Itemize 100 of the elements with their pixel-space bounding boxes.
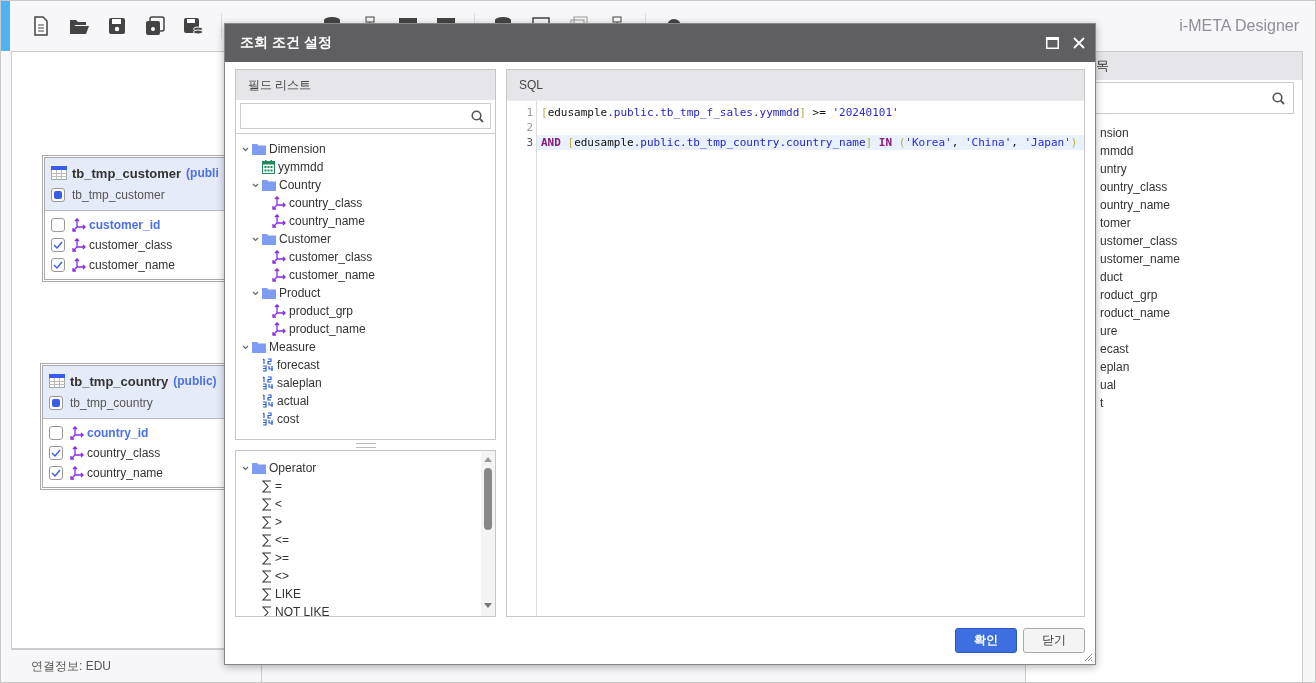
scroll-up-icon[interactable] (484, 457, 492, 462)
chevron-icon[interactable] (242, 146, 249, 152)
tree-item[interactable]: eplan (1100, 358, 1130, 376)
tree-item[interactable]: t (1100, 394, 1104, 412)
tree-item[interactable]: LIKE (275, 587, 301, 601)
column-name: customer_class (89, 238, 173, 252)
tree-item[interactable]: customer_class (289, 250, 373, 264)
checkbox[interactable] (49, 396, 63, 410)
checkbox[interactable] (51, 218, 65, 232)
schema-label: (public) (173, 374, 217, 388)
number-grid-icon (262, 412, 274, 426)
tree-item[interactable]: Measure (269, 340, 316, 354)
line-number: 2 (525, 120, 534, 135)
line-number: 1 (525, 105, 534, 120)
chevron-icon[interactable] (242, 344, 249, 350)
checkbox[interactable] (51, 188, 65, 202)
save-icon[interactable] (107, 16, 127, 36)
checkbox[interactable] (49, 446, 63, 460)
tree-item[interactable]: nsion (1100, 124, 1129, 142)
table-alias: tb_tmp_customer (72, 188, 165, 202)
axis-arrows-icon (70, 446, 84, 460)
tree-item[interactable]: >= (275, 551, 289, 565)
tree-item[interactable]: ual (1100, 376, 1116, 394)
sigma-icon (262, 605, 272, 616)
tree-item[interactable]: ustomer_class (1100, 232, 1178, 250)
tree-item[interactable]: tomer (1100, 214, 1131, 232)
save-database-icon[interactable] (183, 16, 203, 36)
close-button[interactable]: 닫기 (1023, 628, 1085, 653)
tree-item[interactable]: country_class (289, 196, 363, 210)
dialog-title: 조회 조건 설정 (240, 34, 333, 52)
number-grid-icon (262, 394, 274, 408)
tree-item[interactable]: customer_name (289, 268, 376, 282)
splitter-handle[interactable] (355, 442, 376, 448)
tree-item[interactable]: <> (275, 569, 289, 583)
axis-arrows-icon (70, 426, 84, 440)
tree-item[interactable]: = (275, 479, 282, 493)
column-name: customer_id (89, 218, 161, 232)
panel-title: SQL (507, 70, 1084, 100)
resize-grip-icon[interactable] (1084, 653, 1092, 661)
sigma-icon (262, 479, 272, 493)
tree-item[interactable]: ountry_class (1100, 178, 1168, 196)
tree-item[interactable]: > (275, 515, 282, 529)
folder-icon (252, 341, 266, 353)
axis-arrows-icon (72, 238, 86, 252)
folder-icon (252, 462, 266, 474)
scrollbar[interactable] (481, 451, 495, 616)
column-name: customer_name (89, 258, 176, 272)
tree-item[interactable]: roduct_name (1100, 304, 1171, 322)
checkbox[interactable] (51, 258, 65, 272)
tree-item[interactable]: product_grp (289, 304, 354, 318)
axis-arrows-icon (70, 466, 84, 480)
search-field[interactable] (240, 103, 491, 129)
table-alias: tb_tmp_country (70, 396, 153, 410)
chevron-icon[interactable] (252, 182, 259, 188)
tree-item[interactable]: roduct_grp (1100, 286, 1158, 304)
tree-item[interactable]: untry (1100, 160, 1127, 178)
maximize-icon[interactable] (1046, 37, 1059, 49)
tree-item[interactable]: ountry_name (1100, 196, 1171, 214)
save-all-icon[interactable] (145, 16, 165, 36)
tree-item[interactable]: Dimension (269, 142, 326, 156)
line-number: 3 (525, 135, 534, 150)
tree-item[interactable]: duct (1100, 268, 1123, 286)
column-name: country_name (87, 466, 164, 480)
axis-arrows-icon (272, 250, 286, 264)
chevron-icon[interactable] (242, 465, 249, 471)
column-name: country_id (87, 426, 149, 440)
axis-arrows-icon (272, 322, 286, 336)
tree-item[interactable]: Product (279, 286, 321, 300)
tree-item[interactable]: product_name (289, 322, 366, 336)
number-grid-icon (262, 358, 274, 372)
folder-icon (262, 233, 276, 245)
checkbox[interactable] (49, 466, 63, 480)
axis-arrows-icon (272, 304, 286, 318)
checkbox[interactable] (51, 238, 65, 252)
scrollbar-thumb[interactable] (484, 468, 492, 530)
tree-item[interactable]: mmdd (1100, 142, 1134, 160)
folder-icon (262, 287, 276, 299)
tree-item[interactable]: country_name (289, 214, 366, 228)
app-title: i-META Designer (1179, 17, 1300, 35)
close-icon[interactable] (1073, 37, 1085, 49)
scroll-down-icon[interactable] (484, 603, 492, 608)
search-icon[interactable] (471, 109, 484, 123)
code-editor[interactable]: 1 2 3 [edusample.public.tb_tmp_f_sales.yymmdd] >= '20240101' AND [edusample.public.tb_tmp_country.country_name] IN ('Korea', 'China', 'Japan') (507, 100, 1084, 616)
tree-item[interactable]: ure (1100, 322, 1118, 340)
sigma-icon (262, 587, 272, 601)
checkbox[interactable] (49, 426, 63, 440)
schema-label: (publi (186, 166, 219, 180)
folder-icon (262, 179, 276, 191)
sigma-icon (262, 551, 272, 565)
tree-item[interactable]: <= (275, 533, 289, 547)
axis-arrows-icon (72, 258, 86, 272)
chevron-icon[interactable] (252, 236, 259, 242)
document-icon[interactable] (31, 16, 51, 36)
chevron-icon[interactable] (252, 290, 259, 296)
tree-item[interactable]: ecast (1100, 340, 1129, 358)
tree-item[interactable]: NOT LIKE (275, 605, 330, 616)
tree-item[interactable]: ustomer_name (1100, 250, 1181, 268)
tree-item[interactable]: < (275, 497, 282, 511)
confirm-button[interactable]: 확인 (955, 628, 1017, 653)
search-icon[interactable] (1272, 91, 1285, 105)
